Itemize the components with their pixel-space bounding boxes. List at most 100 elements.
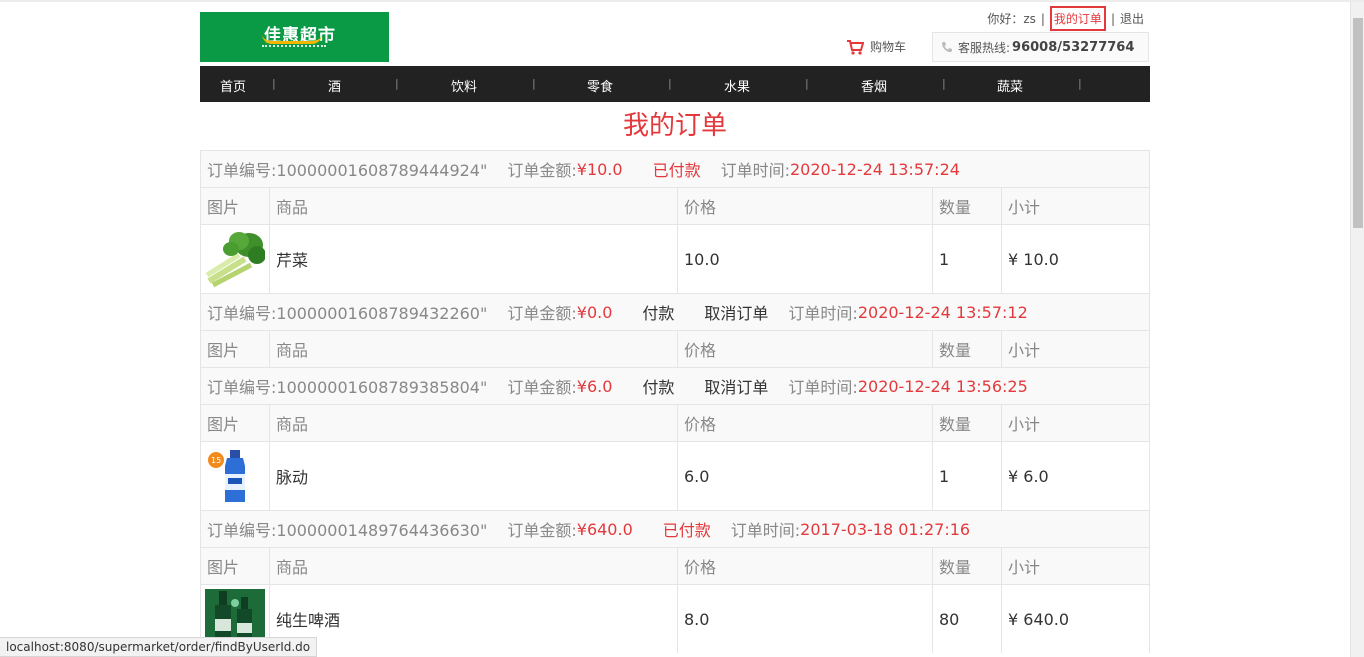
page-title: 我的订单 xyxy=(622,111,727,141)
product-name[interactable]: 芹菜 xyxy=(270,225,678,293)
order-time: 2017-03-18 01:27:16 xyxy=(800,519,971,539)
logo-arc xyxy=(262,34,322,44)
table-row: 15 脉动 6.0 1 ¥ 6.0 xyxy=(201,441,1149,510)
product-quantity: 1 xyxy=(933,442,1002,510)
order-amount-label: 订单金额: xyxy=(507,378,577,397)
greeting: 你好：zs xyxy=(987,12,1036,26)
nav-separator: | xyxy=(272,77,276,90)
sports-drink-image[interactable]: 15 xyxy=(205,446,265,506)
nav-item-fruit[interactable]: 水果 xyxy=(724,76,750,95)
column-image: 图片 xyxy=(201,188,270,224)
cart-icon xyxy=(847,39,864,55)
product-price: 10.0 xyxy=(678,225,933,293)
column-product: 商品 xyxy=(270,548,678,584)
hotline-number: 96008/53277764 xyxy=(1012,39,1135,55)
hotline-label: 客服热线: xyxy=(958,40,1011,55)
cancel-order-button[interactable]: 取消订单 xyxy=(704,374,768,398)
order-time: 2020-12-24 13:57:24 xyxy=(790,159,960,179)
order-status: 已付款 xyxy=(652,161,701,180)
celery-image[interactable] xyxy=(205,229,265,289)
phone-icon xyxy=(942,42,952,53)
nav-item-vegetables[interactable]: 蔬菜 xyxy=(997,76,1023,95)
orders-table: 订单编号:10000001608789444924" 订单金额: ¥10.0 已… xyxy=(200,150,1150,653)
product-subtotal: ¥ 640.0 xyxy=(1008,609,1070,629)
vertical-scrollbar[interactable] xyxy=(1350,2,1364,657)
column-price: 价格 xyxy=(678,331,933,367)
column-quantity: 数量 xyxy=(933,188,1002,224)
order-amount: ¥640.0 xyxy=(576,519,633,539)
column-subtotal: 小计 xyxy=(1008,198,1041,217)
status-bar-url: localhost:8080/supermarket/order/findByU… xyxy=(0,637,318,657)
pay-button[interactable]: 付款 xyxy=(642,300,674,324)
column-header-row: 图片 商品 价格 数量 小计 xyxy=(201,547,1149,584)
column-header-row: 图片 商品 价格 数量 小计 xyxy=(201,404,1149,441)
logo-tagline xyxy=(262,45,326,48)
order-amount-label: 订单金额: xyxy=(507,304,577,323)
order-number: 订单编号:10000001489764436630" xyxy=(207,521,488,540)
cart-label: 购物车 xyxy=(870,40,907,54)
order-amount: ¥0.0 xyxy=(576,302,613,322)
column-quantity: 数量 xyxy=(933,331,1002,367)
column-price: 价格 xyxy=(678,548,933,584)
nav-item-liquor[interactable]: 酒 xyxy=(328,76,341,95)
product-subtotal: ¥ 10.0 xyxy=(1008,249,1059,269)
cart-link[interactable]: 购物车 xyxy=(846,38,906,55)
nav-separator: | xyxy=(1078,77,1082,90)
my-orders-link[interactable]: 我的订单 xyxy=(1049,6,1106,31)
product-name[interactable]: 纯生啤酒 xyxy=(270,585,678,653)
column-image: 图片 xyxy=(201,548,270,584)
column-price: 价格 xyxy=(678,188,933,224)
column-product: 商品 xyxy=(270,405,678,441)
column-subtotal: 小计 xyxy=(1008,341,1041,360)
nav-item-home[interactable]: 首页 xyxy=(220,76,246,95)
column-header-row: 图片 商品 价格 数量 小计 xyxy=(201,187,1149,224)
column-subtotal: 小计 xyxy=(1008,558,1041,577)
pay-button[interactable]: 付款 xyxy=(642,374,674,398)
scrollbar-thumb[interactable] xyxy=(1353,18,1363,228)
column-header-row: 图片 商品 价格 数量 小计 xyxy=(201,330,1149,367)
order-number: 订单编号:10000001608789432260" xyxy=(207,304,488,323)
order-time-label: 订单时间: xyxy=(720,161,790,180)
logout-link[interactable]: 退出 xyxy=(1120,10,1144,27)
order-header: 订单编号:10000001489764436630" 订单金额: ¥640.0 … xyxy=(201,510,1149,547)
column-price: 价格 xyxy=(678,405,933,441)
order-time-label: 订单时间: xyxy=(788,378,858,397)
nav-item-cigarettes[interactable]: 香烟 xyxy=(861,76,887,95)
cancel-order-button[interactable]: 取消订单 xyxy=(704,300,768,324)
product-subtotal: ¥ 6.0 xyxy=(1008,466,1049,486)
order-time: 2020-12-24 13:57:12 xyxy=(857,302,1028,322)
order-time: 2020-12-24 13:56:25 xyxy=(857,376,1028,396)
table-row: 芹菜 10.0 1 ¥ 10.0 xyxy=(201,224,1149,293)
user-links: 你好：zs | 我的订单 | 退出 xyxy=(987,6,1144,31)
order-number: 订单编号:10000001608789444924" xyxy=(207,161,488,180)
nav-item-snacks[interactable]: 零食 xyxy=(587,76,613,95)
product-price: 6.0 xyxy=(678,442,933,510)
top-border xyxy=(0,0,1364,2)
table-row: 纯生啤酒 8.0 80 ¥ 640.0 xyxy=(201,584,1149,653)
column-product: 商品 xyxy=(270,188,678,224)
separator: | xyxy=(1040,11,1045,26)
separator: | xyxy=(1110,11,1115,26)
logo[interactable]: 佳惠超市 xyxy=(200,12,389,62)
product-image-cell xyxy=(201,225,270,293)
nav-separator: | xyxy=(395,77,399,90)
product-image-cell: 15 xyxy=(201,442,270,510)
order-status: 已付款 xyxy=(662,521,711,540)
order-amount: ¥10.0 xyxy=(576,159,623,179)
product-price: 8.0 xyxy=(678,585,933,653)
nav-separator: | xyxy=(532,77,536,90)
product-quantity: 80 xyxy=(933,585,1002,653)
nav-separator: | xyxy=(668,77,672,90)
nav-separator: | xyxy=(805,77,809,90)
order-time-label: 订单时间: xyxy=(788,304,858,323)
product-quantity: 1 xyxy=(933,225,1002,293)
column-subtotal: 小计 xyxy=(1008,415,1041,434)
column-image: 图片 xyxy=(201,405,270,441)
order-header: 订单编号:10000001608789385804" 订单金额: ¥6.0 付款… xyxy=(201,367,1149,404)
order-time-label: 订单时间: xyxy=(730,521,801,540)
order-amount-label: 订单金额: xyxy=(507,521,577,540)
nav-item-drinks[interactable]: 饮料 xyxy=(451,76,477,95)
column-quantity: 数量 xyxy=(933,405,1002,441)
product-name[interactable]: 脉动 xyxy=(270,442,678,510)
main-nav: 首页 | 酒 | 饮料 | 零食 | 水果 | 香烟 | 蔬菜 | xyxy=(200,66,1150,102)
